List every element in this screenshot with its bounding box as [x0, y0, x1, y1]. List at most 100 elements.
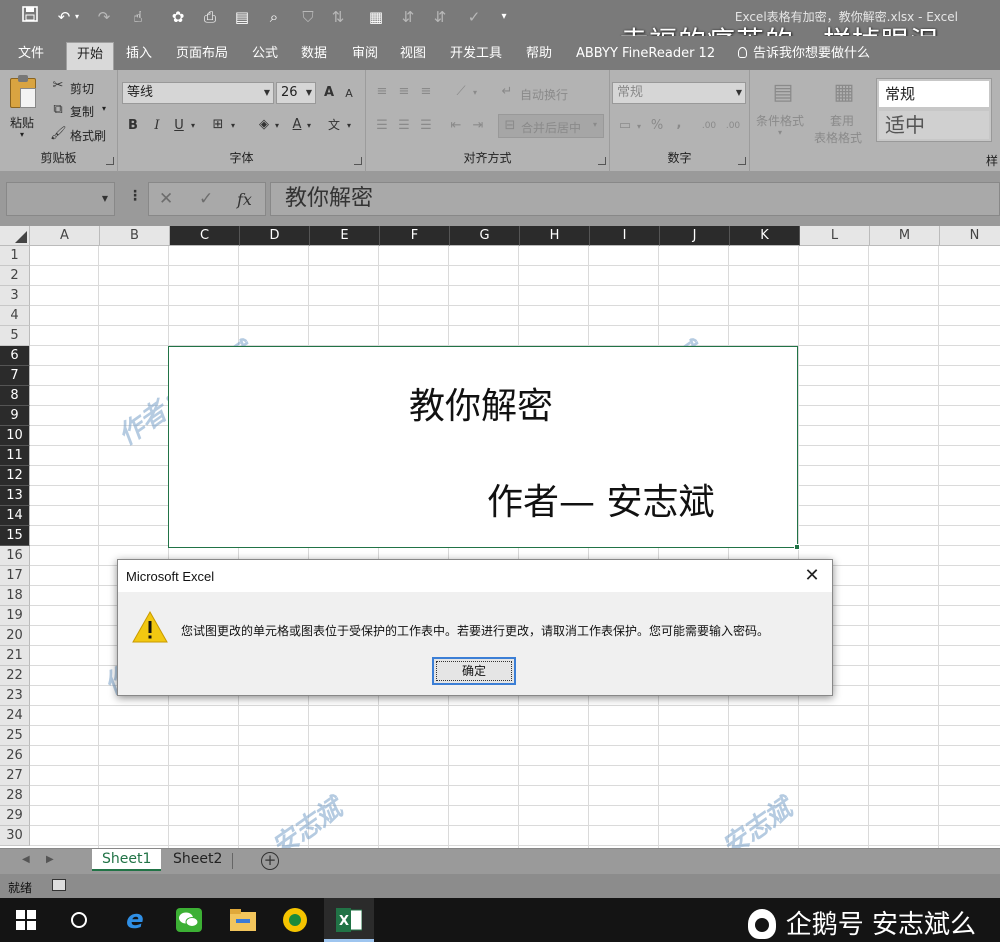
row-header[interactable]: 19	[0, 606, 30, 626]
tab-abbyy[interactable]: ABBYY FineReader 12	[566, 42, 725, 70]
row-header[interactable]: 12	[0, 466, 30, 486]
name-box[interactable]: ▼	[6, 182, 115, 216]
print-preview-icon[interactable]: ⎙	[198, 6, 222, 28]
phonetic-dropdown-icon[interactable]: ▾	[344, 116, 354, 136]
clipboard-launcher-icon[interactable]	[106, 157, 114, 165]
column-header[interactable]: I	[590, 226, 660, 246]
row-header[interactable]: 8	[0, 386, 30, 406]
file-explorer-icon[interactable]	[218, 898, 268, 942]
tab-developer[interactable]: 开发工具	[440, 42, 512, 70]
tab-insert[interactable]: 插入	[116, 42, 162, 70]
select-all-button[interactable]	[0, 226, 30, 246]
sort-asc-icon[interactable]: ⇵	[396, 6, 420, 28]
row-header[interactable]: 7	[0, 366, 30, 386]
style-normal[interactable]: 常规	[879, 81, 989, 107]
close-icon[interactable]: ✕	[800, 564, 824, 588]
row-header[interactable]: 20	[0, 626, 30, 646]
tab-review[interactable]: 审阅	[342, 42, 388, 70]
underline-button[interactable]: U	[170, 116, 188, 136]
decrease-decimal-button[interactable]: .00	[722, 116, 744, 136]
row-header[interactable]: 3	[0, 286, 30, 306]
align-center-icon[interactable]: ☰	[394, 116, 414, 136]
italic-button[interactable]: I	[148, 116, 166, 136]
sort-icon[interactable]: ⇅	[326, 6, 350, 28]
copy-dropdown-icon[interactable]: ▾	[102, 104, 106, 113]
row-header[interactable]: 1	[0, 246, 30, 266]
number-launcher-icon[interactable]	[738, 157, 746, 165]
wrap-text-button[interactable]: 自动换行	[520, 86, 568, 103]
column-header[interactable]: B	[100, 226, 170, 246]
row-header[interactable]: 17	[0, 566, 30, 586]
borders-icon[interactable]: ⊞	[208, 115, 228, 135]
prev-sheet-icon[interactable]: ◀	[22, 854, 30, 865]
table-icon[interactable]: ▦	[364, 6, 388, 28]
accounting-icon[interactable]: ▭	[614, 116, 636, 136]
align-right-icon[interactable]: ☰	[416, 116, 436, 136]
row-header[interactable]: 24	[0, 706, 30, 726]
tab-help[interactable]: 帮助	[516, 42, 562, 70]
row-header[interactable]: 29	[0, 806, 30, 826]
column-header[interactable]: D	[240, 226, 310, 246]
row-header[interactable]: 2	[0, 266, 30, 286]
row-header[interactable]: 9	[0, 406, 30, 426]
insert-function-button[interactable]: fx	[237, 190, 252, 209]
merge-center-button[interactable]: ⊟ 合并后居中 ▾	[498, 114, 604, 138]
column-header[interactable]: F	[380, 226, 450, 246]
percent-button[interactable]: %	[648, 116, 666, 136]
excel-app-icon[interactable]: X	[324, 898, 374, 942]
accounting-dropdown-icon[interactable]: ▾	[634, 117, 644, 137]
tab-data[interactable]: 数据	[291, 42, 337, 70]
column-header[interactable]: J	[660, 226, 730, 246]
alignment-launcher-icon[interactable]	[598, 157, 606, 165]
font-color-dropdown-icon[interactable]: ▾	[304, 116, 314, 136]
format-painter-button[interactable]: 格式刷	[70, 127, 106, 144]
row-header[interactable]: 18	[0, 586, 30, 606]
start-button[interactable]	[0, 898, 50, 942]
tab-formulas[interactable]: 公式	[242, 42, 288, 70]
save-icon[interactable]	[18, 6, 42, 28]
row-header[interactable]: 25	[0, 726, 30, 746]
row-header[interactable]: 27	[0, 766, 30, 786]
search-circle-icon[interactable]	[54, 898, 104, 942]
customize-icon[interactable]: ▾	[492, 6, 516, 28]
column-header[interactable]: L	[800, 226, 870, 246]
check-icon[interactable]: ✓	[462, 6, 486, 28]
align-bottom-icon[interactable]: ≡	[416, 82, 436, 102]
row-header[interactable]: 21	[0, 646, 30, 666]
ok-button[interactable]: 确定	[432, 657, 516, 685]
next-sheet-icon[interactable]: ▶	[46, 854, 54, 865]
underline-dropdown-icon[interactable]: ▾	[188, 116, 198, 136]
add-sheet-button[interactable]: +	[261, 852, 279, 870]
align-middle-icon[interactable]: ≡	[394, 82, 414, 102]
align-left-icon[interactable]: ☰	[372, 116, 392, 136]
column-header[interactable]: N	[940, 226, 1000, 246]
fill-color-icon[interactable]: ◈	[254, 115, 274, 135]
redo-icon[interactable]: ↷	[92, 6, 116, 28]
enter-icon[interactable]: ✓	[199, 189, 213, 209]
shrink-font-button[interactable]: A	[340, 84, 358, 104]
row-header[interactable]: 4	[0, 306, 30, 326]
column-header[interactable]: C	[170, 226, 240, 246]
row-header[interactable]: 16	[0, 546, 30, 566]
sheet-tab-sheet1[interactable]: Sheet1	[92, 849, 162, 871]
formula-input[interactable]: 教你解密	[270, 182, 1000, 216]
orientation-dropdown-icon[interactable]: ▾	[470, 83, 480, 103]
cut-button[interactable]: 剪切	[70, 80, 94, 97]
edge-browser-icon[interactable]: e	[110, 898, 160, 942]
font-launcher-icon[interactable]	[354, 157, 362, 165]
font-size-select[interactable]: 26 ▼	[276, 82, 316, 104]
music-app-icon[interactable]	[270, 898, 320, 942]
column-header[interactable]: K	[730, 226, 800, 246]
row-header[interactable]: 22	[0, 666, 30, 686]
fill-handle[interactable]	[794, 544, 800, 550]
column-header[interactable]: E	[310, 226, 380, 246]
row-header[interactable]: 28	[0, 786, 30, 806]
column-header[interactable]: H	[520, 226, 590, 246]
increase-indent-icon[interactable]: ⇥	[468, 116, 488, 136]
merged-cell-c6-k15[interactable]: 教你解密 作者— 安志斌	[168, 346, 798, 548]
phonetic-button[interactable]: 文	[324, 115, 344, 135]
tab-home[interactable]: 开始	[66, 42, 115, 70]
row-header[interactable]: 14	[0, 506, 30, 526]
column-header[interactable]: A	[30, 226, 100, 246]
number-format-select[interactable]: 常规 ▼	[612, 82, 746, 104]
